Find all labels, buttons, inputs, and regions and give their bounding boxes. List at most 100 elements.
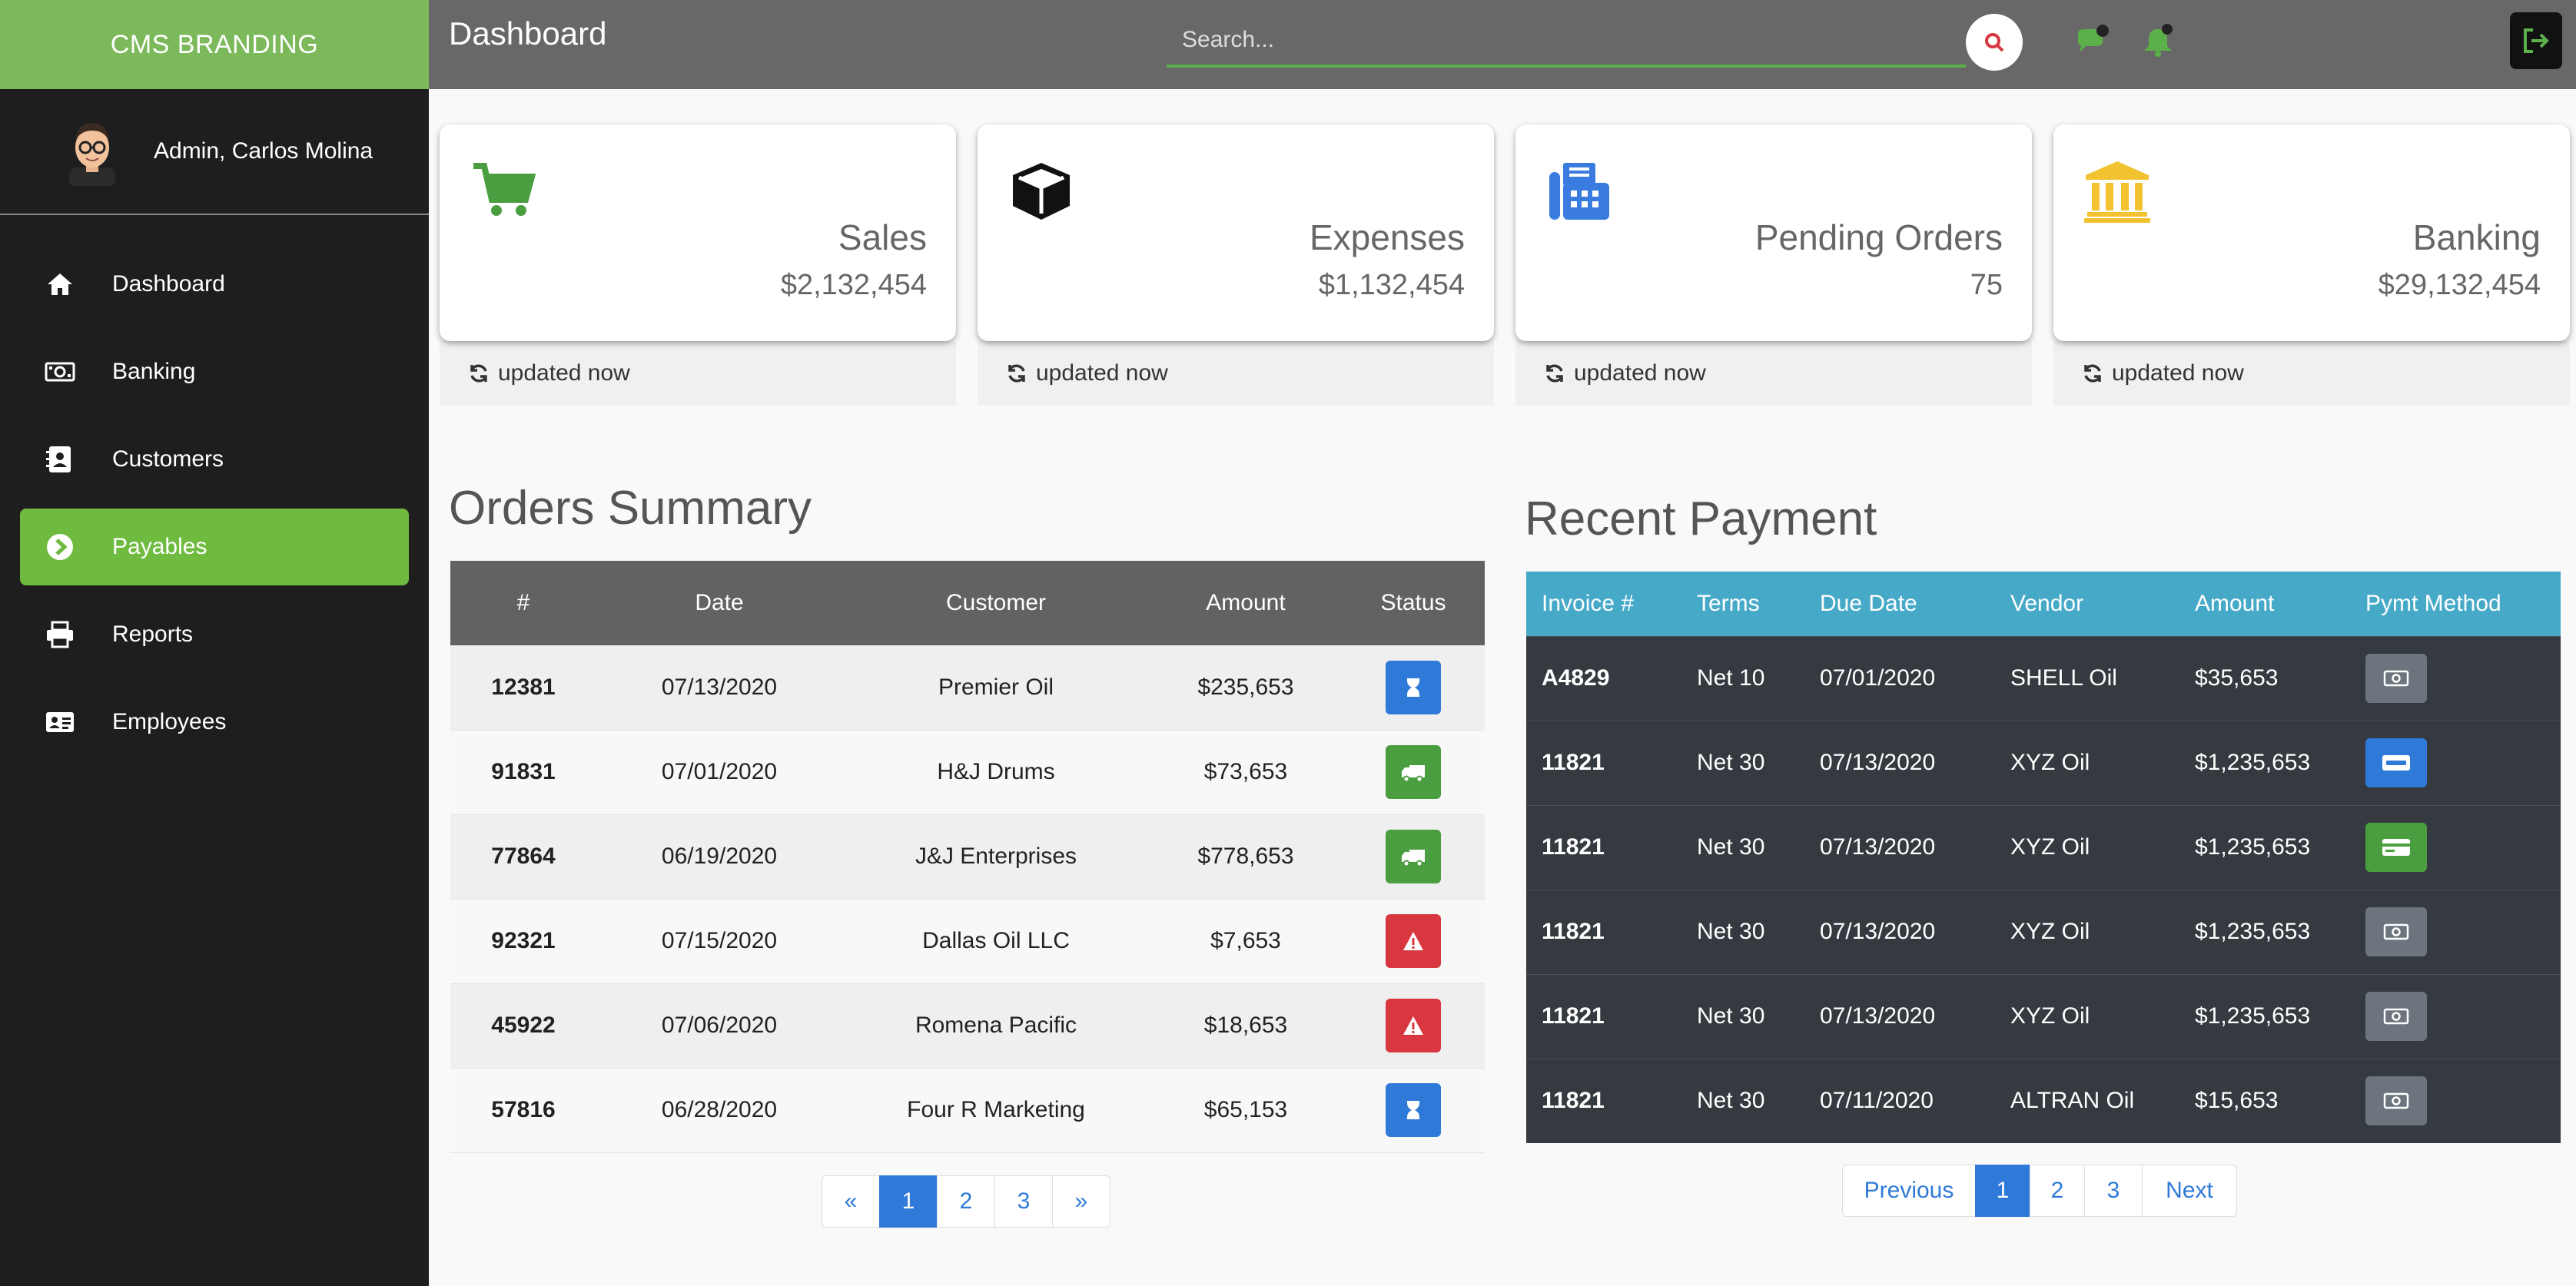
status-alert-button[interactable] bbox=[1386, 999, 1441, 1052]
due-date: 07/13/2020 bbox=[1804, 889, 1995, 974]
order-id: 91831 bbox=[450, 730, 596, 815]
table-row[interactable]: 11821 Net 30 07/13/2020 XYZ Oil $1,235,6… bbox=[1526, 804, 2561, 890]
top-header: Dashboard bbox=[429, 0, 2576, 89]
logout-button[interactable] bbox=[2510, 12, 2562, 69]
search-input[interactable] bbox=[1167, 17, 1966, 63]
payment-method-cash-button[interactable] bbox=[2365, 1076, 2427, 1126]
pager-page-3[interactable]: 3 bbox=[2084, 1165, 2143, 1217]
pager-previous[interactable]: Previous bbox=[1842, 1165, 1976, 1217]
card-banking[interactable]: Banking $29,132,454 updated now bbox=[2053, 124, 2570, 406]
card-expenses[interactable]: Expenses $1,132,454 updated now bbox=[978, 124, 1494, 406]
column-header[interactable]: Invoice # bbox=[1526, 572, 1681, 636]
column-header[interactable]: Amount bbox=[2179, 572, 2350, 636]
payment-method-card-button[interactable] bbox=[2365, 823, 2427, 872]
payment-method-cash-button[interactable] bbox=[2365, 992, 2427, 1041]
column-header[interactable]: Vendor bbox=[1995, 572, 2179, 636]
search-button[interactable] bbox=[1966, 14, 2023, 71]
pager-next[interactable]: » bbox=[1052, 1175, 1110, 1228]
column-header[interactable]: Pymt Method bbox=[2350, 572, 2561, 636]
card-footer-text: updated now bbox=[498, 360, 630, 386]
card-title: Sales bbox=[838, 217, 927, 257]
table-row[interactable]: 57816 06/28/2020 Four R Marketing $65,15… bbox=[450, 1068, 1485, 1153]
pager-page-2[interactable]: 2 bbox=[2030, 1165, 2085, 1217]
pager-page-2[interactable]: 2 bbox=[937, 1175, 995, 1228]
order-date: 06/28/2020 bbox=[596, 1068, 842, 1153]
status-alert-button[interactable] bbox=[1386, 914, 1441, 968]
sidebar-item-customers[interactable]: Customers bbox=[20, 421, 409, 498]
vendor: XYZ Oil bbox=[1995, 973, 2179, 1059]
column-header[interactable]: Customer bbox=[842, 561, 1150, 645]
chat-icon[interactable] bbox=[2073, 23, 2110, 60]
sidebar-item-label: Dashboard bbox=[112, 271, 225, 297]
order-date: 06/19/2020 bbox=[596, 814, 842, 900]
status-shipped-button[interactable] bbox=[1386, 830, 1441, 883]
order-amount: $235,653 bbox=[1150, 645, 1342, 731]
sidebar-item-label: Customers bbox=[112, 446, 224, 472]
refresh-icon bbox=[2084, 364, 2101, 383]
column-header[interactable]: Date bbox=[596, 561, 842, 645]
pager-page-1[interactable]: 1 bbox=[1975, 1165, 2030, 1217]
payments-pagination: Previous 1 2 3 Next bbox=[1842, 1165, 2237, 1217]
notification-bell-icon[interactable] bbox=[2139, 23, 2176, 60]
payment-method-cash-button[interactable] bbox=[2365, 654, 2427, 703]
column-header[interactable]: Due Date bbox=[1804, 572, 1995, 636]
order-id: 45922 bbox=[450, 983, 596, 1069]
card-body: Expenses $1,132,454 bbox=[978, 124, 1494, 341]
order-customer: Four R Marketing bbox=[842, 1068, 1150, 1153]
printer-icon bbox=[41, 619, 78, 650]
column-header[interactable]: Status bbox=[1342, 561, 1485, 645]
order-date: 07/01/2020 bbox=[596, 730, 842, 815]
column-header[interactable]: Amount bbox=[1150, 561, 1342, 645]
status-shipped-button[interactable] bbox=[1386, 745, 1441, 799]
table-row[interactable]: 11821 Net 30 07/13/2020 XYZ Oil $1,235,6… bbox=[1526, 720, 2561, 805]
order-id: 77864 bbox=[450, 814, 596, 900]
table-header-row: # Date Customer Amount Status bbox=[450, 561, 1485, 645]
address-book-icon bbox=[41, 444, 78, 475]
payment-amount: $1,235,653 bbox=[2179, 720, 2350, 805]
status-pending-button[interactable] bbox=[1386, 1083, 1441, 1137]
table-row[interactable]: 11821 Net 30 07/11/2020 ALTRAN Oil $15,6… bbox=[1526, 1058, 2561, 1143]
sidebar-item-payables[interactable]: Payables bbox=[20, 509, 409, 585]
sidebar-item-employees[interactable]: Employees bbox=[20, 684, 409, 761]
table-row[interactable]: 92321 07/15/2020 Dallas Oil LLC $7,653 bbox=[450, 899, 1485, 984]
card-sales[interactable]: Sales $2,132,454 updated now bbox=[440, 124, 956, 406]
sidebar-item-reports[interactable]: Reports bbox=[20, 596, 409, 673]
invoice-number: 11821 bbox=[1526, 889, 1681, 974]
card-value: $1,132,454 bbox=[1318, 269, 1465, 301]
table-row[interactable]: 12381 07/13/2020 Premier Oil $235,653 bbox=[450, 645, 1485, 731]
card-footer: updated now bbox=[978, 341, 1494, 406]
payments-table: Invoice # Terms Due Date Vendor Amount P… bbox=[1526, 572, 2561, 1143]
pager-page-1[interactable]: 1 bbox=[879, 1175, 938, 1228]
cash-icon bbox=[2383, 670, 2409, 687]
pager-next[interactable]: Next bbox=[2142, 1165, 2237, 1217]
sidebar-item-banking[interactable]: Banking bbox=[20, 333, 409, 410]
invoice-number: A4829 bbox=[1526, 635, 1681, 721]
sidebar-item-label: Banking bbox=[112, 359, 196, 384]
table-row[interactable]: 77864 06/19/2020 J&J Enterprises $778,65… bbox=[450, 814, 1485, 900]
user-profile[interactable]: Admin, Carlos Molina bbox=[0, 89, 429, 215]
payment-method-paypal-button[interactable] bbox=[2365, 738, 2427, 787]
order-id: 92321 bbox=[450, 899, 596, 984]
table-row[interactable]: 91831 07/01/2020 H&J Drums $73,653 bbox=[450, 730, 1485, 815]
payment-method-cash-button[interactable] bbox=[2365, 907, 2427, 956]
table-row[interactable]: A4829 Net 10 07/01/2020 SHELL Oil $35,65… bbox=[1526, 635, 2561, 721]
status-pending-button[interactable] bbox=[1386, 660, 1441, 714]
card-pending-orders[interactable]: Pending Orders 75 updated now bbox=[1515, 124, 2032, 406]
card-value: 75 bbox=[1970, 269, 2003, 301]
table-header-row: Invoice # Terms Due Date Vendor Amount P… bbox=[1526, 572, 2561, 636]
pager-prev[interactable]: « bbox=[822, 1175, 880, 1228]
payment-terms: Net 30 bbox=[1681, 720, 1804, 805]
sidebar-item-dashboard[interactable]: Dashboard bbox=[20, 246, 409, 323]
refresh-icon bbox=[470, 364, 487, 383]
order-customer: Dallas Oil LLC bbox=[842, 899, 1150, 984]
table-row[interactable]: 11821 Net 30 07/13/2020 XYZ Oil $1,235,6… bbox=[1526, 973, 2561, 1059]
table-row[interactable]: 45922 07/06/2020 Romena Pacific $18,653 bbox=[450, 983, 1485, 1069]
column-header[interactable]: # bbox=[450, 561, 596, 645]
refresh-icon bbox=[1008, 364, 1025, 383]
column-header[interactable]: Terms bbox=[1681, 572, 1804, 636]
card-footer-text: updated now bbox=[2112, 360, 2244, 386]
brand-logo[interactable]: CMS BRANDING bbox=[0, 0, 429, 89]
pager-page-3[interactable]: 3 bbox=[994, 1175, 1053, 1228]
money-icon bbox=[41, 356, 78, 387]
table-row[interactable]: 11821 Net 30 07/13/2020 XYZ Oil $1,235,6… bbox=[1526, 889, 2561, 974]
